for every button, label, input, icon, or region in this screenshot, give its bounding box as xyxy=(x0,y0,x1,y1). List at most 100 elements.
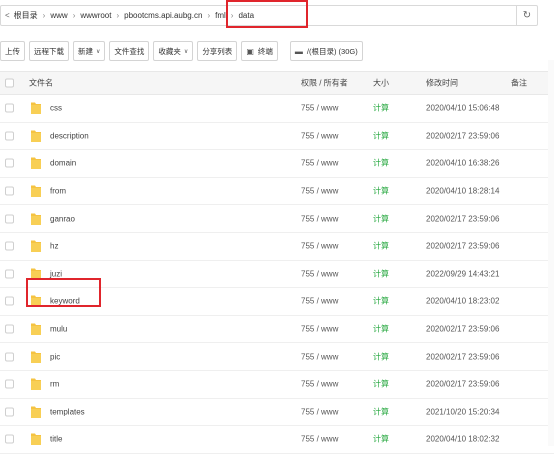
table-row[interactable]: css 755 / www 计算 2020/04/10 15:06:48 xyxy=(0,95,554,123)
row-checkbox[interactable] xyxy=(5,324,14,334)
header-name[interactable]: 文件名 xyxy=(29,78,53,89)
folder-icon xyxy=(30,212,42,226)
table-row[interactable]: ganrao 755 / www 计算 2020/02/17 23:59:06 xyxy=(0,205,554,233)
calc-size-link[interactable]: 计算 xyxy=(373,351,389,362)
table-row[interactable]: hz 755 / www 计算 2020/02/17 23:59:06 xyxy=(0,233,554,261)
breadcrumb-wwwroot[interactable]: wwwroot xyxy=(80,11,111,20)
row-checkbox[interactable] xyxy=(5,296,14,306)
table-row[interactable]: from 755 / www 计算 2020/04/10 18:28:14 xyxy=(0,178,554,206)
share-list-button[interactable]: 分享列表 xyxy=(197,41,238,61)
refresh-icon[interactable]: ↻ xyxy=(516,6,537,25)
calc-size-link[interactable]: 计算 xyxy=(373,186,389,197)
scrollbar[interactable] xyxy=(548,60,554,446)
row-checkbox[interactable] xyxy=(5,241,14,251)
file-name[interactable]: from xyxy=(50,187,66,196)
breadcrumb-site[interactable]: pbootcms.api.aubg.cn xyxy=(124,11,202,20)
file-permission[interactable]: 755 / www xyxy=(301,380,338,389)
table-row[interactable]: title 755 / www 计算 2020/04/10 18:02:32 xyxy=(0,426,554,454)
row-checkbox[interactable] xyxy=(5,379,14,389)
disk-icon: ▬ xyxy=(294,46,303,56)
folder-icon xyxy=(30,377,42,391)
file-permission[interactable]: 755 / www xyxy=(301,159,338,168)
file-mtime: 2022/09/29 14:43:21 xyxy=(426,269,500,279)
file-name[interactable]: juzi xyxy=(50,269,62,278)
file-permission[interactable]: 755 / www xyxy=(301,407,338,416)
calc-size-link[interactable]: 计算 xyxy=(373,213,389,224)
calc-size-link[interactable]: 计算 xyxy=(373,158,389,169)
disk-label: /(根目录) (30G) xyxy=(306,46,358,56)
calc-size-link[interactable]: 计算 xyxy=(373,103,389,114)
calc-size-link[interactable]: 计算 xyxy=(373,268,389,279)
file-permission[interactable]: 755 / www xyxy=(301,325,338,334)
row-checkbox[interactable] xyxy=(5,131,14,141)
calc-size-link[interactable]: 计算 xyxy=(373,296,389,307)
header-size[interactable]: 大小 xyxy=(373,78,389,89)
calc-size-link[interactable]: 计算 xyxy=(373,379,389,390)
file-name[interactable]: hz xyxy=(50,242,58,251)
folder-icon xyxy=(30,350,42,364)
file-permission[interactable]: 755 / www xyxy=(301,242,338,251)
table-row[interactable]: rm 755 / www 计算 2020/02/17 23:59:06 xyxy=(0,371,554,399)
file-permission[interactable]: 755 / www xyxy=(301,104,338,113)
file-permission[interactable]: 755 / www xyxy=(301,214,338,223)
file-name[interactable]: ganrao xyxy=(50,214,75,223)
row-checkbox[interactable] xyxy=(5,269,14,279)
favorites-button[interactable]: 收藏夹 ∨ xyxy=(153,41,194,61)
row-checkbox[interactable] xyxy=(5,186,14,196)
file-search-button[interactable]: 文件查找 xyxy=(109,41,150,61)
file-name[interactable]: domain xyxy=(50,159,76,168)
breadcrumb-root[interactable]: 根目录 xyxy=(14,10,38,21)
folder-icon xyxy=(30,129,42,143)
file-permission[interactable]: 755 / www xyxy=(301,131,338,140)
file-mtime: 2020/04/10 18:23:02 xyxy=(426,296,500,306)
table-row[interactable]: description 755 / www 计算 2020/02/17 23:59:0… xyxy=(0,123,554,151)
file-permission[interactable]: 755 / www xyxy=(301,435,338,444)
file-name[interactable]: rm xyxy=(50,380,59,389)
table-row[interactable]: domain 755 / www 计算 2020/04/10 16:38:26 xyxy=(0,150,554,178)
chevron-right-icon: › xyxy=(116,11,120,20)
file-name[interactable]: css xyxy=(50,104,62,113)
file-name[interactable]: title xyxy=(50,435,62,444)
table-row[interactable]: mulu 755 / www 计算 2020/02/17 23:59:06 xyxy=(0,316,554,344)
upload-button[interactable]: 上传 xyxy=(0,41,25,61)
terminal-label: 终端 xyxy=(257,46,273,56)
file-permission[interactable]: 755 / www xyxy=(301,187,338,196)
select-all-checkbox[interactable] xyxy=(5,78,14,88)
breadcrumb-www[interactable]: www xyxy=(50,11,67,20)
back-icon[interactable]: < xyxy=(5,11,10,20)
calc-size-link[interactable]: 计算 xyxy=(373,130,389,141)
calc-size-link[interactable]: 计算 xyxy=(373,241,389,252)
breadcrumb-fml[interactable]: fml xyxy=(215,11,226,20)
file-mtime: 2020/02/17 23:59:06 xyxy=(426,214,500,224)
row-checkbox[interactable] xyxy=(5,214,14,224)
row-checkbox[interactable] xyxy=(5,158,14,168)
file-name[interactable]: description xyxy=(50,131,89,140)
chevron-down-icon: ∨ xyxy=(183,48,189,55)
calc-size-link[interactable]: 计算 xyxy=(373,406,389,417)
file-permission[interactable]: 755 / www xyxy=(301,352,338,361)
header-mtime[interactable]: 修改时间 xyxy=(426,78,458,89)
header-perm[interactable]: 权限 / 所有者 xyxy=(301,78,348,89)
calc-size-link[interactable]: 计算 xyxy=(373,324,389,335)
row-checkbox[interactable] xyxy=(5,434,14,444)
table-row[interactable]: pic 755 / www 计算 2020/02/17 23:59:06 xyxy=(0,343,554,371)
new-button[interactable]: 新建 ∨ xyxy=(73,41,106,61)
terminal-button[interactable]: ▣ 终端 xyxy=(241,41,278,61)
file-permission[interactable]: 755 / www xyxy=(301,269,338,278)
row-checkbox[interactable] xyxy=(5,407,14,417)
remote-download-button[interactable]: 远程下载 xyxy=(29,41,69,61)
table-row[interactable]: templates 755 / www 计算 2021/10/20 15:20:34 xyxy=(0,399,554,427)
folder-icon xyxy=(30,405,42,419)
file-name[interactable]: mulu xyxy=(50,325,67,334)
file-mtime: 2021/10/20 15:20:34 xyxy=(426,407,500,417)
file-name[interactable]: pic xyxy=(50,352,60,361)
row-checkbox[interactable] xyxy=(5,103,14,113)
calc-size-link[interactable]: 计算 xyxy=(373,434,389,445)
file-table: 文件名 权限 / 所有者 大小 修改时间 备注 css 755 / www 计算 20… xyxy=(0,71,554,454)
chevron-right-icon: › xyxy=(207,11,211,20)
file-name[interactable]: templates xyxy=(50,407,85,416)
folder-icon xyxy=(30,432,42,446)
file-permission[interactable]: 755 / www xyxy=(301,297,338,306)
disk-button[interactable]: ▬/(根目录) (30G) xyxy=(289,41,363,61)
row-checkbox[interactable] xyxy=(5,352,14,362)
